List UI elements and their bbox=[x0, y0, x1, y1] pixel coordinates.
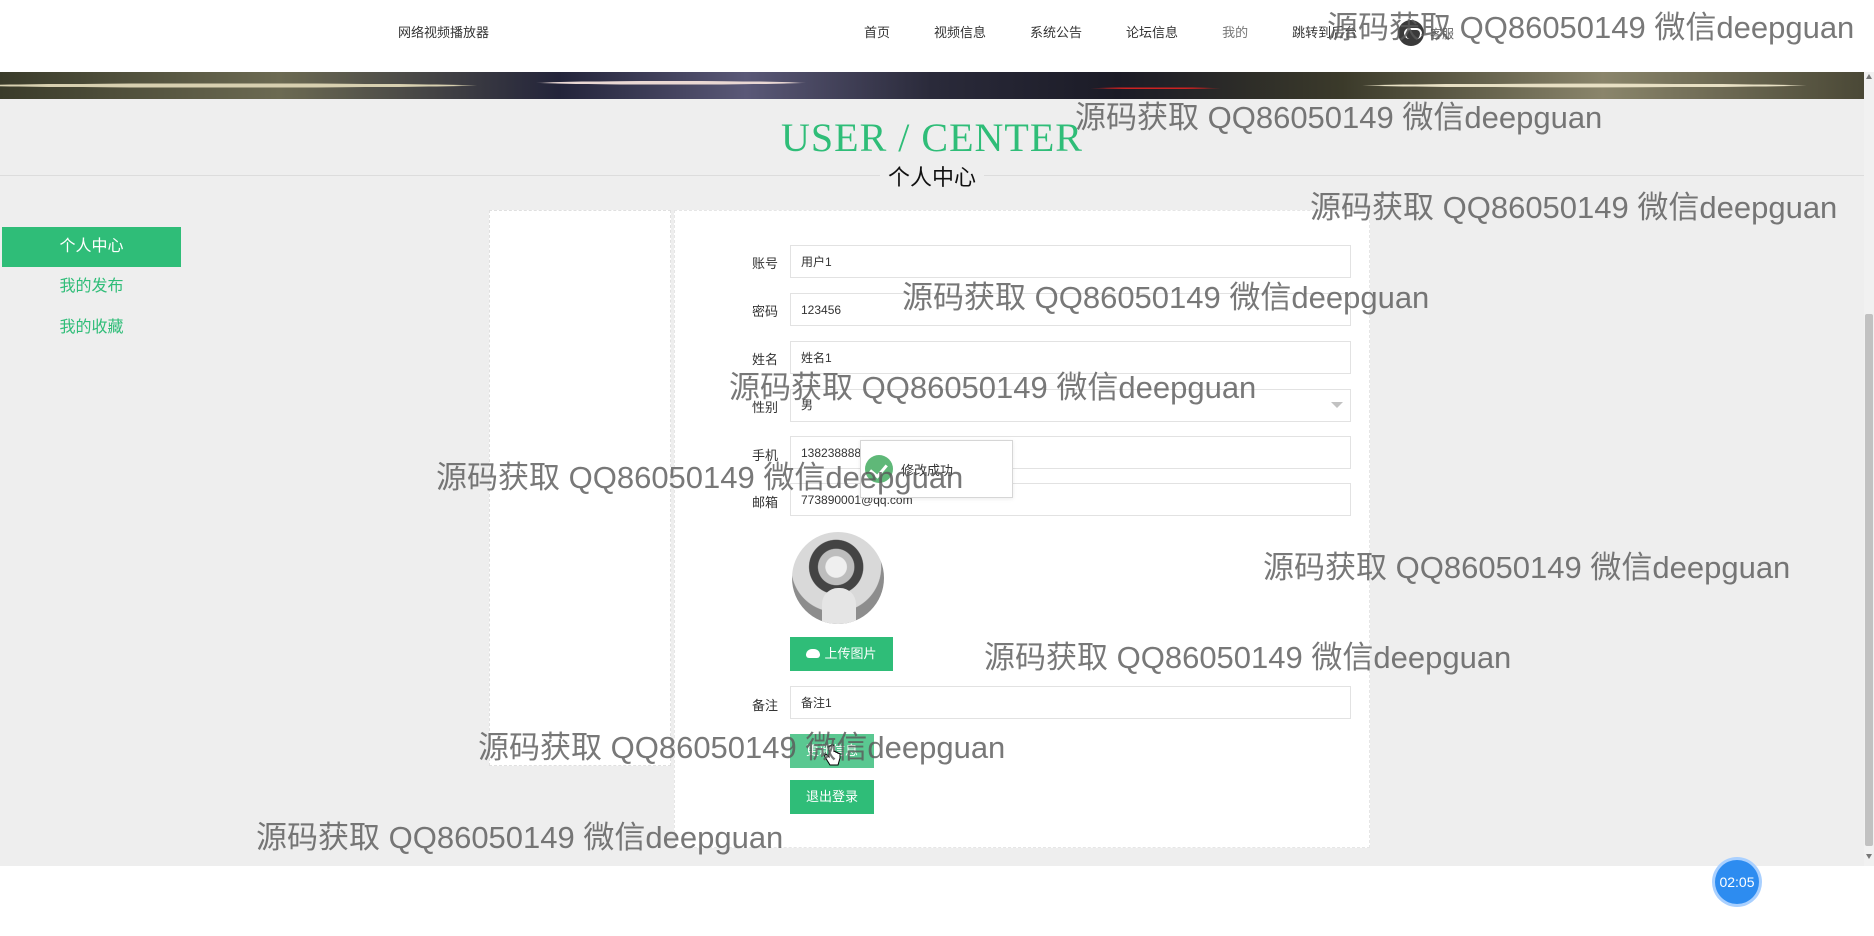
toast-message: 修改成功 bbox=[901, 463, 954, 478]
cloud-upload-icon bbox=[806, 649, 821, 659]
account-label: 账号 bbox=[751, 256, 778, 271]
top-navbar: 网络视频播放器 首页 视频信息 系统公告 论坛信息 我的 跳转到后台 客服 bbox=[0, 0, 1874, 72]
name-field[interactable] bbox=[790, 341, 1351, 374]
nav-videos[interactable]: 视频信息 bbox=[934, 22, 986, 41]
page-title-cn-text: 个人中心 bbox=[879, 165, 984, 190]
avatar bbox=[792, 532, 884, 624]
site-brand[interactable]: 网络视频播放器 bbox=[398, 22, 489, 41]
chevron-down-icon bbox=[1331, 402, 1343, 408]
hand-cursor-icon bbox=[824, 744, 841, 766]
remark-field[interactable] bbox=[790, 686, 1351, 719]
page-title-cn: 个人中心 bbox=[0, 160, 1864, 192]
customer-service-icon bbox=[1398, 20, 1424, 46]
name-label: 姓名 bbox=[751, 352, 778, 367]
banner-image bbox=[0, 72, 1864, 99]
sidebar bbox=[489, 210, 671, 766]
customer-service-label: 客服 bbox=[1430, 26, 1455, 41]
upload-button-label: 上传图片 bbox=[824, 646, 877, 661]
timer-badge[interactable]: 02:05 bbox=[1715, 860, 1759, 904]
nav-admin[interactable]: 跳转到后台 bbox=[1292, 22, 1357, 41]
scroll-up-icon[interactable] bbox=[1866, 74, 1872, 79]
nav-mine[interactable]: 我的 bbox=[1222, 22, 1248, 41]
customer-service[interactable]: 客服 bbox=[1398, 20, 1454, 46]
nav-home[interactable]: 首页 bbox=[864, 22, 890, 41]
email-label: 邮箱 bbox=[751, 495, 778, 510]
gender-select[interactable]: 男 bbox=[790, 389, 1351, 422]
sidebar-item-profile[interactable]: 个人中心 bbox=[2, 227, 181, 267]
account-field[interactable] bbox=[790, 245, 1351, 278]
password-field[interactable] bbox=[790, 293, 1351, 326]
check-circle-icon bbox=[865, 455, 893, 483]
sidebar-item-posts[interactable]: 我的发布 bbox=[2, 267, 181, 307]
remark-label: 备注 bbox=[751, 698, 778, 713]
upload-image-button[interactable]: 上传图片 bbox=[790, 637, 893, 671]
password-label: 密码 bbox=[751, 304, 778, 319]
nav-forum[interactable]: 论坛信息 bbox=[1126, 22, 1178, 41]
gender-label: 性别 bbox=[751, 400, 778, 415]
phone-label: 手机 bbox=[751, 448, 778, 463]
scrollbar-thumb[interactable] bbox=[1865, 314, 1873, 846]
page-title-en: USER / CENTER bbox=[781, 115, 1083, 160]
nav-announcements[interactable]: 系统公告 bbox=[1030, 22, 1082, 41]
main-nav: 首页 视频信息 系统公告 论坛信息 我的 跳转到后台 bbox=[864, 22, 1401, 41]
success-toast: 修改成功 bbox=[860, 440, 1013, 498]
scroll-down-icon[interactable] bbox=[1866, 854, 1872, 859]
sidebar-item-favorites[interactable]: 我的收藏 bbox=[2, 308, 181, 348]
logout-button[interactable]: 退出登录 bbox=[790, 780, 874, 814]
